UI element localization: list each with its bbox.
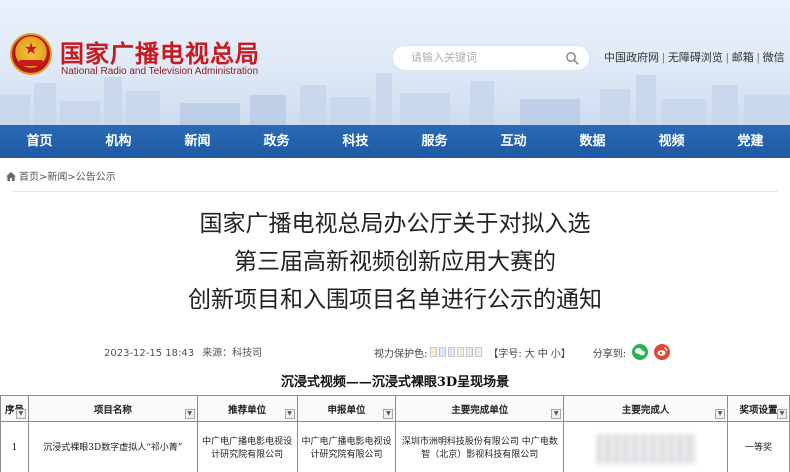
filter-dropdown-icon[interactable]: ▼ (184, 409, 195, 419)
accessibility-link[interactable]: 无障碍浏览 (668, 52, 723, 64)
column-header[interactable]: 序号 ▼ (0, 395, 29, 422)
redacted-names (595, 433, 696, 464)
site-header: ★ 国家广播电视总局 National Radio and Television… (0, 0, 790, 125)
gov-portal-link[interactable]: 中国政府网 (604, 52, 659, 64)
search-box (392, 45, 590, 71)
site-title[interactable]: 国家广播电视总局 (60, 34, 260, 69)
font-size-medium[interactable]: 中 (538, 345, 548, 360)
row-index: 1 (0, 421, 29, 472)
filter-dropdown-icon[interactable]: ▼ (551, 409, 562, 419)
filter-dropdown-icon[interactable]: ▼ (15, 409, 26, 419)
nav-item-institutions[interactable]: 机构 (79, 125, 158, 158)
font-size-close: 】 (560, 348, 571, 360)
column-header[interactable]: 项目名称 ▼ (27, 395, 198, 422)
search-icon[interactable] (565, 51, 579, 65)
site-title-english: National Radio and Television Administra… (61, 66, 259, 77)
wechat-link[interactable]: 微信 (763, 52, 785, 64)
eye-color-swatch[interactable] (439, 347, 447, 357)
breadcrumb-announcements[interactable]: 公告公示 (76, 172, 116, 183)
column-header[interactable]: 推荐单位 ▼ (196, 395, 298, 422)
article-title-line: 第三届高新视频创新应用大赛的 (234, 249, 556, 275)
eye-protection-colors (430, 347, 484, 357)
separator: | (756, 52, 760, 64)
nav-item-party-building[interactable]: 党建 (711, 125, 790, 158)
font-size-large[interactable]: 大 (525, 345, 535, 360)
national-emblem-icon[interactable]: ★ (10, 33, 52, 75)
filter-dropdown-icon[interactable]: ▼ (284, 409, 295, 419)
main-nav: 首页 机构 新闻 政务 科技 服务 互动 数据 视频 党建 (0, 125, 790, 158)
column-header[interactable]: 奖项设置 ▼ (727, 395, 790, 422)
breadcrumb: 首页>新闻>公告公示 (6, 168, 116, 183)
nominee-table: 序号 ▼ 项目名称 ▼ 推荐单位 ▼ 申报单位 ▼ 主要完成单位 ▼ 主要完成人 ▼ 奖项设… (0, 395, 790, 472)
completing-persons-redacted (563, 421, 729, 472)
nav-item-news[interactable]: 新闻 (158, 125, 237, 158)
article-source: 来源：科技司 (202, 348, 263, 359)
project-name: 沉浸式裸眼3D数字虚拟人“祁小菁” (27, 421, 198, 472)
eye-color-swatch[interactable] (430, 347, 438, 357)
column-header[interactable]: 主要完成人 ▼ (563, 395, 729, 422)
nav-item-government-affairs[interactable]: 政务 (237, 125, 316, 158)
nav-item-services[interactable]: 服务 (395, 125, 474, 158)
article-title-line: 国家广播电视总局办公厅关于对拟入选 (199, 211, 591, 237)
publish-datetime: 2023-12-15 18:43 (104, 348, 195, 359)
nav-item-technology[interactable]: 科技 (316, 125, 395, 158)
nav-item-home[interactable]: 首页 (0, 125, 79, 158)
column-header[interactable]: 申报单位 ▼ (296, 395, 397, 422)
article-title-line: 创新项目和入围项目名单进行公示的通知 (188, 287, 602, 313)
completing-units: 深圳市洲明科技股份有限公司 中广电数智（北京）影视科技有限公司 (395, 421, 565, 472)
nav-item-video[interactable]: 视频 (632, 125, 711, 158)
home-icon (6, 172, 16, 181)
award-level: 一等奖 (727, 421, 790, 472)
eye-color-swatch[interactable] (466, 347, 474, 357)
font-size-label: 【字号: (488, 348, 522, 360)
separator: | (662, 52, 665, 64)
separator: | (725, 52, 729, 64)
mailbox-link[interactable]: 邮箱 (732, 52, 754, 64)
table-header-row: 序号 ▼ 项目名称 ▼ 推荐单位 ▼ 申报单位 ▼ 主要完成单位 ▼ 主要完成人 ▼ 奖项设… (0, 395, 790, 422)
breadcrumb-news[interactable]: 新闻 (47, 172, 67, 183)
nav-item-interaction[interactable]: 互动 (474, 125, 553, 158)
breadcrumb-home[interactable]: 首页 (19, 172, 39, 183)
nav-item-data[interactable]: 数据 (553, 125, 632, 158)
top-links: 中国政府网 | 无障碍浏览 | 邮箱 | 微信 (604, 49, 785, 65)
breadcrumb-separator: > (67, 172, 76, 183)
divider (12, 191, 778, 192)
font-size-small[interactable]: 小 (551, 345, 561, 360)
article-tools: 视力保护色: 【字号: 大 中 小 】 分享到: (374, 344, 671, 360)
eye-color-swatch[interactable] (475, 347, 483, 357)
eye-protection-label: 视力保护色: (374, 348, 428, 360)
filter-dropdown-icon[interactable]: ▼ (383, 409, 394, 419)
search-input[interactable] (411, 49, 561, 67)
share-label: 分享到: (592, 348, 627, 360)
table-heading: 沉浸式视频——沉浸式裸眼3D呈现场景 (280, 375, 510, 390)
weibo-icon[interactable] (654, 344, 671, 360)
recommending-unit: 中广电广播电影电视设计研究院有限公司 (196, 421, 298, 472)
applicant-unit: 中广电广播电影电视设计研究院有限公司 (296, 421, 397, 472)
article-title: 国家广播电视总局办公厅关于对拟入选 第三届高新视频创新应用大赛的 创新项目和入围… (0, 205, 790, 319)
wechat-icon[interactable] (632, 344, 649, 360)
filter-dropdown-icon[interactable]: ▼ (715, 409, 726, 419)
article-meta: 2023-12-15 18:43 来源：科技司 (104, 344, 262, 359)
column-header[interactable]: 主要完成单位 ▼ (395, 395, 565, 422)
eye-color-swatch[interactable] (448, 347, 456, 357)
eye-color-swatch[interactable] (457, 347, 465, 357)
table-row: 1 沉浸式裸眼3D数字虚拟人“祁小菁” 中广电广播电影电视设计研究院有限公司 中… (0, 421, 790, 472)
filter-dropdown-icon[interactable]: ▼ (777, 409, 787, 419)
